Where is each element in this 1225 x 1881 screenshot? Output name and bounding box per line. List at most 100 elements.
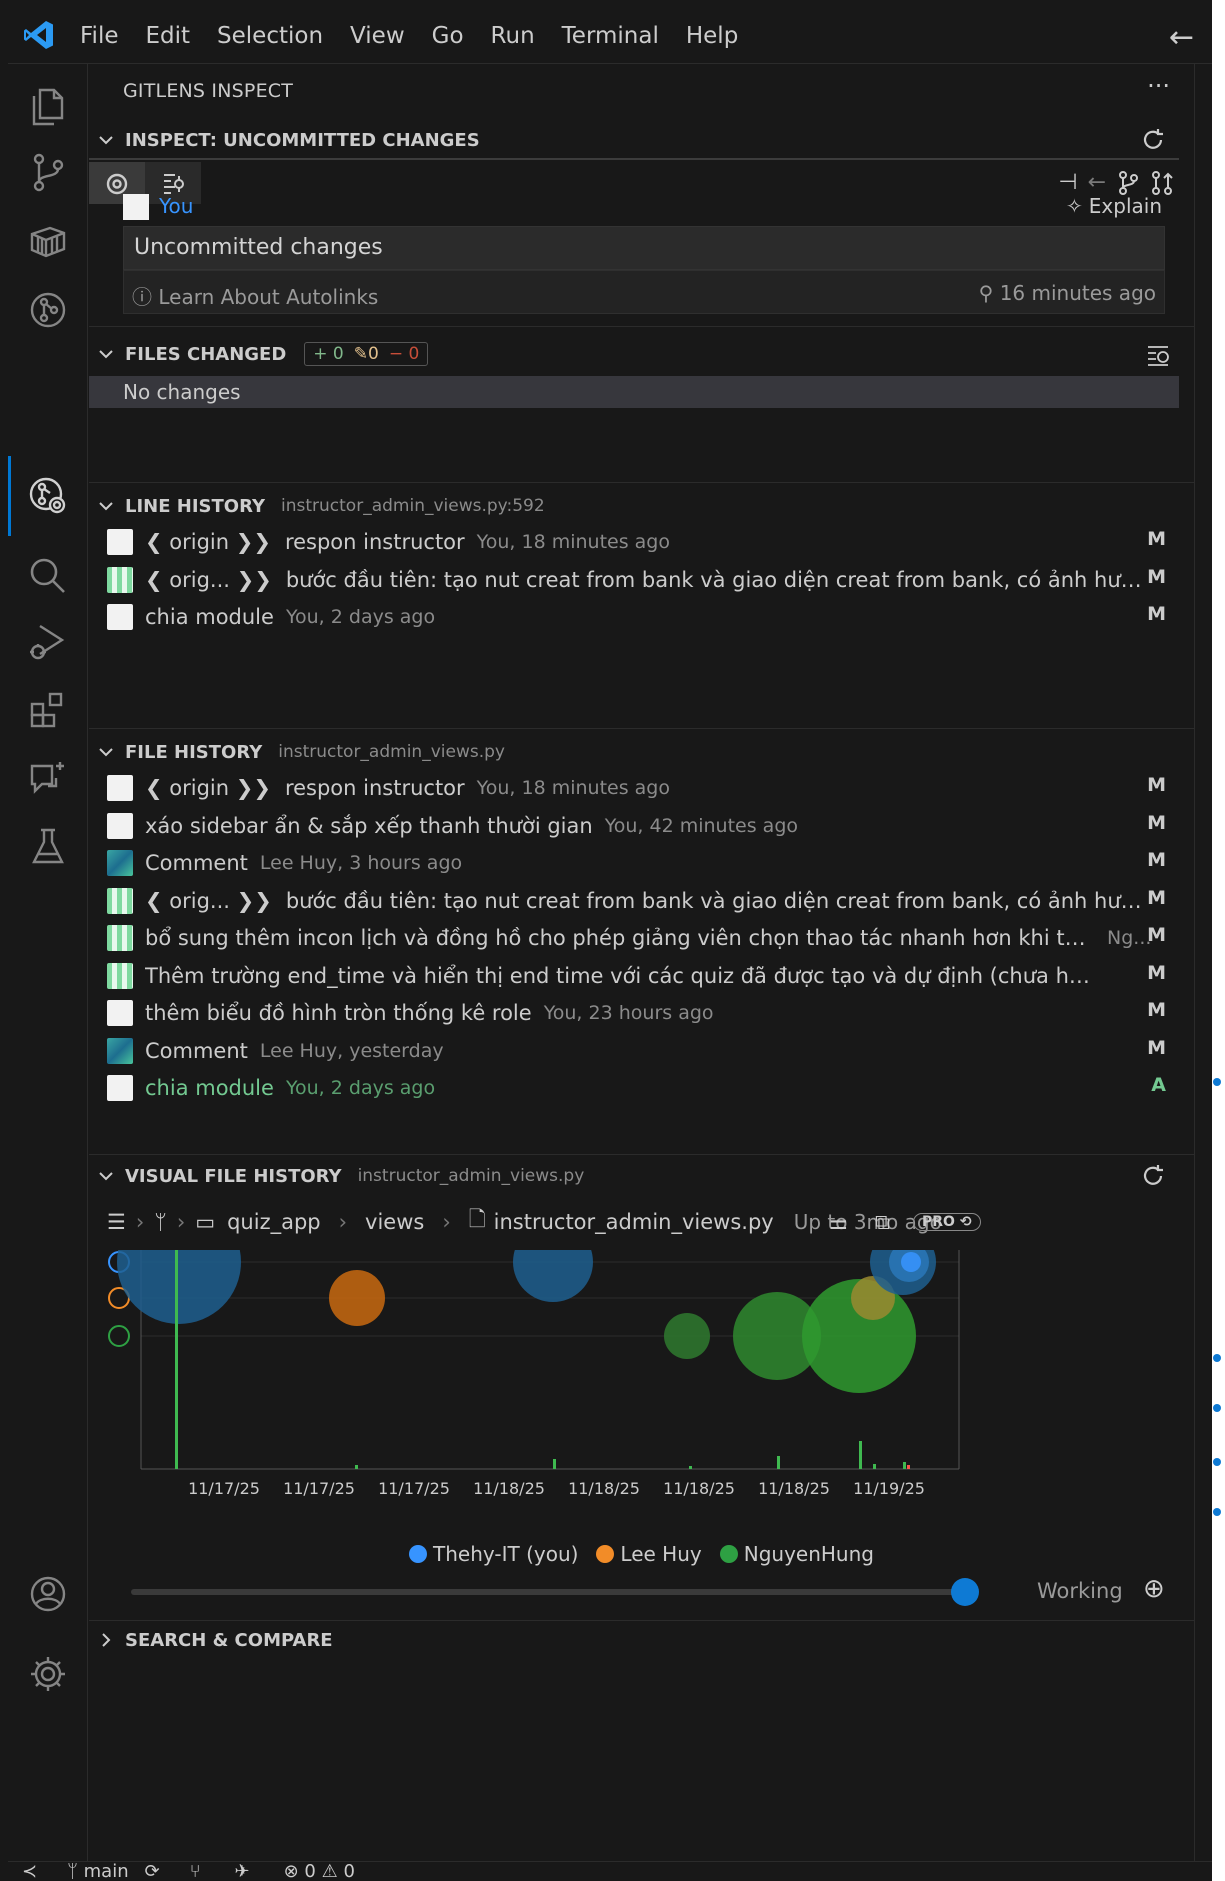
file-status: M: [1147, 924, 1166, 946]
legend-item-nguyen[interactable]: NguyenHung: [719, 1542, 874, 1566]
commit-meta: Ng...: [1107, 927, 1152, 949]
commit-message: thêm biểu đồ hình tròn thống kê role: [145, 1001, 532, 1025]
history-row[interactable]: thêm biểu đồ hình tròn thống kê role You,…: [89, 995, 1194, 1031]
gitlens-inspect-icon[interactable]: [26, 474, 70, 518]
visual-file-history-header[interactable]: VISUAL FILE HISTORY instructor_admin_vie…: [89, 1158, 1194, 1194]
breadcrumb-separator: ›: [135, 1210, 145, 1234]
history-row[interactable]: bổ sung thêm incon lịch và đồng hồ cho p…: [89, 920, 1194, 956]
refresh-icon[interactable]: [1140, 127, 1166, 153]
graph-icon[interactable]: ☰: [107, 1210, 126, 1234]
branch-status[interactable]: ᛘ main: [67, 1862, 129, 1881]
pin-icon[interactable]: ⊣: [1058, 170, 1077, 196]
explorer-icon[interactable]: [26, 84, 70, 128]
commit-bubble: [513, 1250, 593, 1302]
history-row[interactable]: Thêm trường end_time và hiển thị end tim…: [89, 958, 1194, 994]
change-bar: [689, 1466, 692, 1469]
breadcrumb-separator: ›: [176, 1210, 186, 1234]
run-debug-icon[interactable]: [26, 620, 70, 664]
history-row[interactable]: Comment Lee Huy, yesterday M: [89, 1033, 1194, 1069]
search-compare-header[interactable]: SEARCH & COMPARE: [89, 1622, 1194, 1658]
menu-go[interactable]: Go: [432, 23, 464, 49]
source-control-icon[interactable]: [26, 150, 70, 194]
breadcrumb-file[interactable]: instructor_admin_views.py: [494, 1210, 774, 1234]
back-arrow-icon[interactable]: ←: [1169, 20, 1194, 55]
commit-meta: You, 2 days ago: [285, 1077, 436, 1099]
commit-message: Comment: [145, 851, 248, 875]
remote-explorer-icon[interactable]: [26, 220, 70, 264]
author-avatar: [107, 812, 133, 839]
file-status: M: [1147, 603, 1166, 625]
chart-legend: Thehy-IT (you) Lee Huy NguyenHung: [89, 1542, 1194, 1566]
legend-item-thehy[interactable]: Thehy-IT (you): [409, 1542, 578, 1566]
files-changed-header[interactable]: FILES CHANGED + 0 ✎0 − 0: [89, 336, 1194, 372]
inspect-section-header[interactable]: INSPECT: UNCOMMITTED CHANGES: [89, 122, 1194, 158]
rocket-icon[interactable]: ✈: [235, 1862, 250, 1881]
history-row[interactable]: ❮ origin ❯❯ respon instructor You, 18 minu…: [89, 770, 1194, 806]
compare-icon[interactable]: [1150, 170, 1174, 196]
zoom-in-icon[interactable]: ⊕: [1143, 1574, 1165, 1604]
editor-scrollbar[interactable]: [1194, 64, 1212, 1861]
history-row[interactable]: ❮ orig... ❯❯ bước đầu tiên: tạo nut creat…: [89, 562, 1194, 598]
menu-run[interactable]: Run: [491, 23, 535, 49]
author-link[interactable]: You: [159, 194, 193, 218]
commit-message: Thêm trường end_time và hiển thị end tim…: [145, 963, 1095, 988]
menu-view[interactable]: View: [350, 23, 405, 49]
menu-help[interactable]: Help: [686, 23, 738, 49]
author-avatar: [107, 1037, 133, 1064]
breadcrumb-views[interactable]: views: [365, 1210, 424, 1234]
history-row[interactable]: ❮ origin ❯❯ respon instructor You, 18 minu…: [89, 524, 1194, 560]
working-label: Working: [1037, 1579, 1123, 1603]
file-icon: 🗋: [468, 1206, 486, 1231]
settings-gear-icon[interactable]: [26, 1652, 70, 1696]
view-as-tree-icon[interactable]: [1146, 344, 1170, 366]
menu-edit[interactable]: Edit: [146, 23, 191, 49]
account-icon[interactable]: [26, 1572, 70, 1616]
gitlens-icon[interactable]: [26, 288, 70, 332]
sync-icon[interactable]: ⟳: [145, 1862, 160, 1881]
history-row[interactable]: chia module You, 2 days ago M: [89, 599, 1194, 635]
testing-icon[interactable]: [26, 824, 70, 868]
commit-message: bước đầu tiên: tạo nut creat from bank v…: [285, 567, 1146, 592]
vscode-window: File Edit Selection View Go Run Terminal…: [0, 0, 1212, 1881]
commit-message: bước đầu tiên: tạo nut creat from bank v…: [285, 888, 1146, 913]
timeline-slider-track[interactable]: [131, 1589, 971, 1595]
history-row[interactable]: chia module You, 2 days ago A: [89, 1070, 1194, 1106]
more-actions-icon[interactable]: ···: [1147, 72, 1170, 100]
breadcrumb-quiz-app[interactable]: quiz_app: [227, 1210, 321, 1234]
repo-branch-icon[interactable]: ᛘ: [154, 1210, 167, 1234]
branch-badge: ❮ orig... ❯❯: [145, 888, 272, 913]
explain-button[interactable]: ✧ Explain: [1066, 194, 1162, 218]
timeline-slider-thumb[interactable]: [951, 1578, 979, 1606]
legend-item-lee[interactable]: Lee Huy: [596, 1542, 702, 1566]
refresh-icon[interactable]: [1140, 1163, 1166, 1189]
history-row[interactable]: Comment Lee Huy, 3 hours ago M: [89, 845, 1194, 881]
file-status: A: [1151, 1074, 1166, 1096]
branch-badge: ❮ orig... ❯❯: [145, 567, 272, 592]
file-history-header[interactable]: FILE HISTORY instructor_admin_views.py: [89, 734, 1194, 770]
back-icon[interactable]: ←: [1088, 170, 1106, 196]
autolinks-link[interactable]: ⓘ Learn About Autolinks: [132, 281, 378, 310]
menu-file[interactable]: File: [80, 23, 119, 49]
compare-status-icon[interactable]: ⑂: [190, 1862, 201, 1881]
chat-sparkle-icon[interactable]: [26, 756, 70, 800]
search-icon[interactable]: [26, 554, 70, 598]
author-avatar: [107, 566, 133, 593]
open-external-icon[interactable]: ⧉: [875, 1210, 890, 1235]
history-row[interactable]: ❮ orig... ❯❯ bước đầu tiên: tạo nut creat…: [89, 883, 1194, 919]
pro-badge[interactable]: PRO ⟲: [913, 1213, 981, 1231]
commit-title: Uncommitted changes: [134, 235, 383, 260]
problems-status[interactable]: ⊗ 0 ⚠ 0: [284, 1862, 355, 1881]
branch-icon[interactable]: [1116, 170, 1140, 196]
menu-selection[interactable]: Selection: [217, 23, 323, 49]
menu-terminal[interactable]: Terminal: [562, 23, 659, 49]
author-avatar: [107, 1000, 133, 1026]
legend-dot-orange: [596, 1545, 615, 1563]
extensions-icon[interactable]: [26, 688, 70, 732]
search-compare-title: SEARCH & COMPARE: [125, 1629, 333, 1651]
history-row[interactable]: xáo sidebar ẩn & sắp xếp thanh thười gia…: [89, 808, 1194, 844]
commit-message: respon instructor: [284, 530, 465, 554]
x-tick-label: 11/19/25: [853, 1479, 925, 1498]
line-history-header[interactable]: LINE HISTORY instructor_admin_views.py:5…: [89, 488, 1194, 524]
remote-icon[interactable]: ≺: [22, 1862, 37, 1881]
settings-sliders-icon[interactable]: ⚌: [829, 1210, 848, 1234]
